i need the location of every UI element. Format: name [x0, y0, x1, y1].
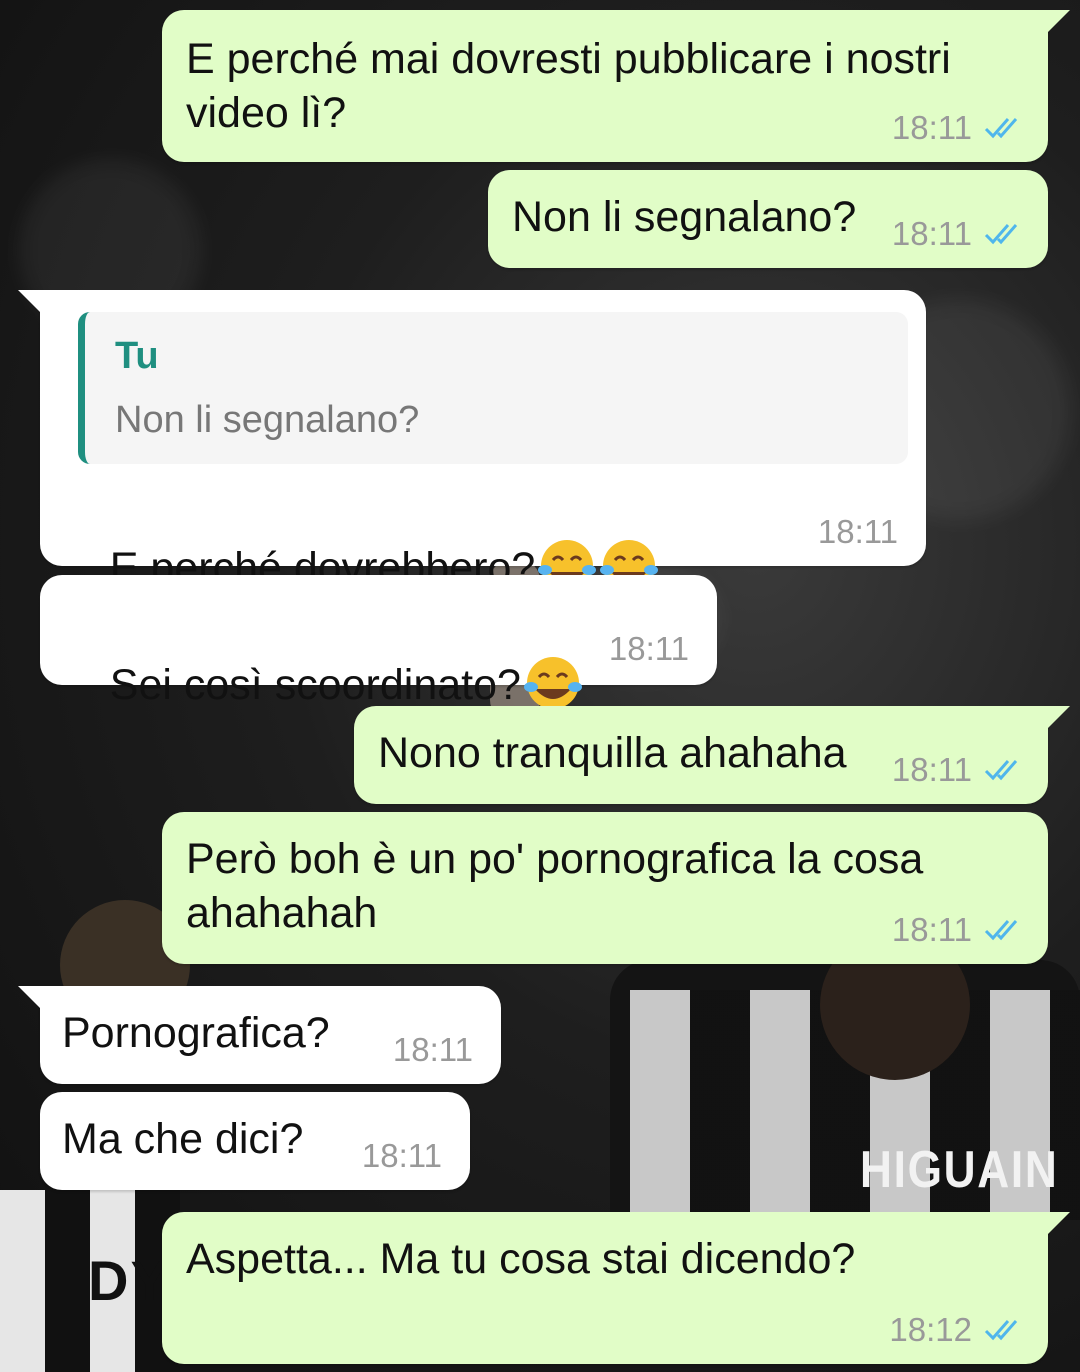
message-text: Non li segnalano? — [512, 193, 857, 241]
message-text: Ma che dici? — [62, 1115, 304, 1163]
message-bubble[interactable]: E perché mai dovresti pubblicare i nostr… — [162, 10, 1070, 162]
message-bubble[interactable]: Pornografica? 18:11 — [18, 986, 501, 1084]
read-ticks-icon — [984, 118, 1018, 139]
message-bubble[interactable]: Sei così scoordinato? 18:11 — [40, 575, 717, 709]
message-bubble[interactable]: Però boh è un po' pornografica la cosa a… — [162, 812, 1048, 964]
message-bubble[interactable]: Non li segnalano? 18:11 — [488, 170, 1048, 268]
read-ticks-icon — [984, 760, 1018, 781]
message-time: 18:12 — [889, 1311, 972, 1348]
message-meta: 18:11 — [818, 514, 898, 550]
message-bubble[interactable]: Ma che dici? 18:11 — [40, 1092, 470, 1190]
message-time: 18:11 — [891, 911, 972, 948]
jersey-name-higuain: HIGUAIN — [860, 1141, 1059, 1199]
message-meta: 18:11 — [892, 110, 1024, 146]
message-time: 18:11 — [361, 1137, 442, 1174]
read-ticks-icon — [984, 224, 1018, 245]
message-time: 18:11 — [891, 109, 972, 146]
message-time: 18:11 — [392, 1031, 473, 1068]
message-text: Pornografica? — [62, 1009, 330, 1057]
message-text: Nono tranquilla ahahaha — [378, 729, 847, 777]
message-time: 18:11 — [891, 751, 972, 788]
message-meta: 18:12 — [889, 1312, 1024, 1348]
message-meta: 18:11 — [609, 631, 689, 667]
message-time: 18:11 — [817, 513, 898, 550]
message-bubble[interactable]: Nono tranquilla ahahaha 18:11 — [354, 706, 1070, 804]
quoted-message[interactable]: Tu Non li segnalano? — [78, 312, 908, 464]
message-meta: 18:11 — [892, 912, 1024, 948]
message-meta: 18:11 — [362, 1138, 442, 1174]
quoted-text: Non li segnalano? — [115, 399, 420, 441]
message-text: E perché mai dovresti pubblicare i nostr… — [186, 35, 951, 137]
message-text: Però boh è un po' pornografica la cosa a… — [186, 835, 924, 937]
tears-of-joy-emoji-icon — [523, 657, 582, 709]
read-ticks-icon — [984, 1320, 1018, 1341]
message-meta: 18:11 — [892, 216, 1024, 252]
quoted-author: Tu — [115, 335, 159, 377]
message-time: 18:11 — [608, 630, 689, 667]
read-ticks-icon — [984, 920, 1018, 941]
message-meta: 18:11 — [393, 1032, 473, 1068]
message-text: Sei così scoordinato? — [109, 661, 521, 709]
message-bubble-reply[interactable]: Tu Non li segnalano? E perché dovrebbero… — [18, 290, 926, 592]
jersey-name-dy: DY — [88, 1249, 170, 1312]
message-bubble[interactable]: Aspetta... Ma tu cosa stai dicendo? 18:1… — [162, 1212, 1070, 1364]
message-text: Aspetta... Ma tu cosa stai dicendo? — [186, 1235, 856, 1283]
message-meta: 18:11 — [892, 752, 1024, 788]
message-time: 18:11 — [891, 215, 972, 252]
